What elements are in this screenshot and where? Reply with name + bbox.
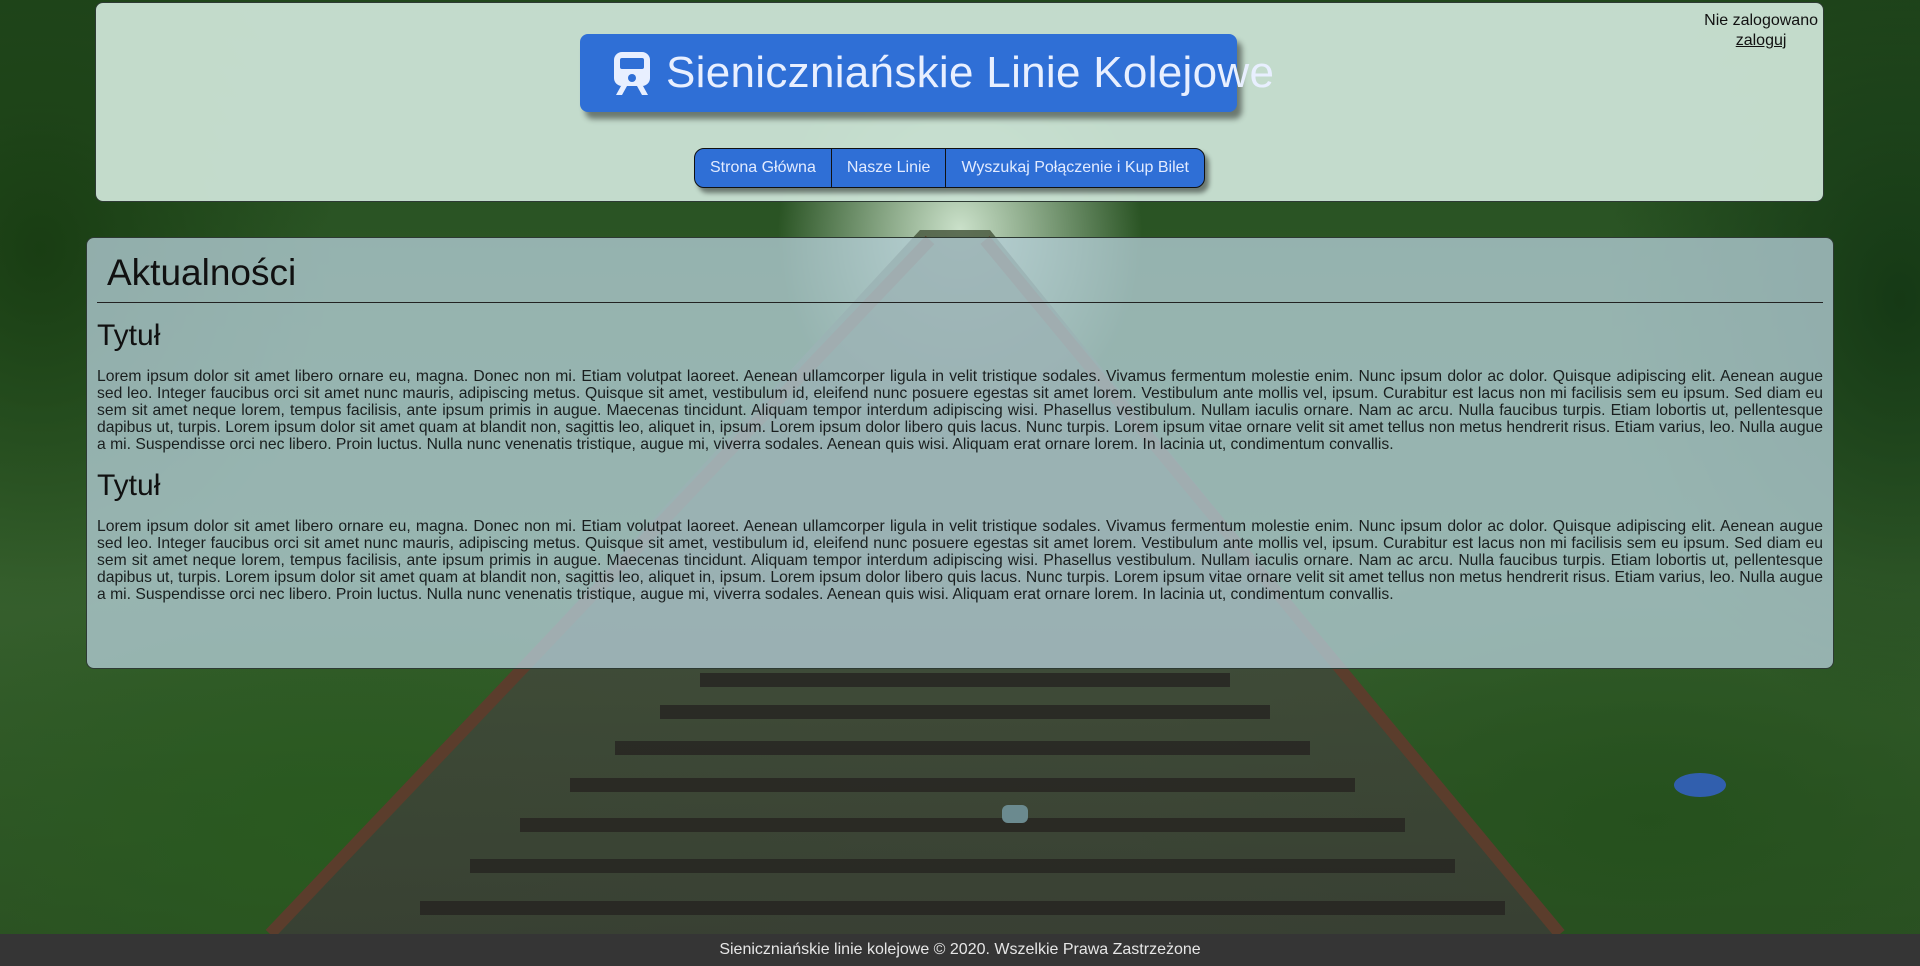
nav-item-home[interactable]: Strona Główna xyxy=(695,149,832,187)
article-body: Lorem ipsum dolor sit amet libero ornare… xyxy=(97,518,1823,603)
news-panel: Aktualności Tytuł Lorem ipsum dolor sit … xyxy=(86,237,1834,669)
article-body: Lorem ipsum dolor sit amet libero ornare… xyxy=(97,368,1823,453)
site-title: Sieniczniańskie Linie Kolejowe xyxy=(666,48,1275,97)
article-title: Tytuł xyxy=(97,319,161,352)
site-footer: Sieniczniańskie linie kolejowe © 2020. W… xyxy=(0,934,1920,966)
main-nav: Strona Główna Nasze Linie Wyszukaj Połąc… xyxy=(694,148,1205,188)
login-link[interactable]: zaloguj xyxy=(1704,31,1818,51)
nav-item-search-and-buy[interactable]: Wyszukaj Połączenie i Kup Bilet xyxy=(946,149,1204,187)
news-article: Tytuł Lorem ipsum dolor sit amet libero … xyxy=(97,303,1823,453)
nav-item-our-lines[interactable]: Nasze Linie xyxy=(832,149,947,187)
site-logo[interactable]: Sieniczniańskie Linie Kolejowe xyxy=(580,34,1274,112)
login-status: Nie zalogowano xyxy=(1704,12,1818,29)
news-article: Tytuł Lorem ipsum dolor sit amet libero … xyxy=(97,453,1823,603)
news-heading: Aktualności xyxy=(97,238,1823,303)
site-header: Sieniczniańskie Linie Kolejowe Strona Gł… xyxy=(95,2,1824,202)
train-icon xyxy=(612,50,652,96)
auth-box: Nie zalogowano zaloguj xyxy=(1704,11,1818,51)
article-title: Tytuł xyxy=(97,469,161,502)
